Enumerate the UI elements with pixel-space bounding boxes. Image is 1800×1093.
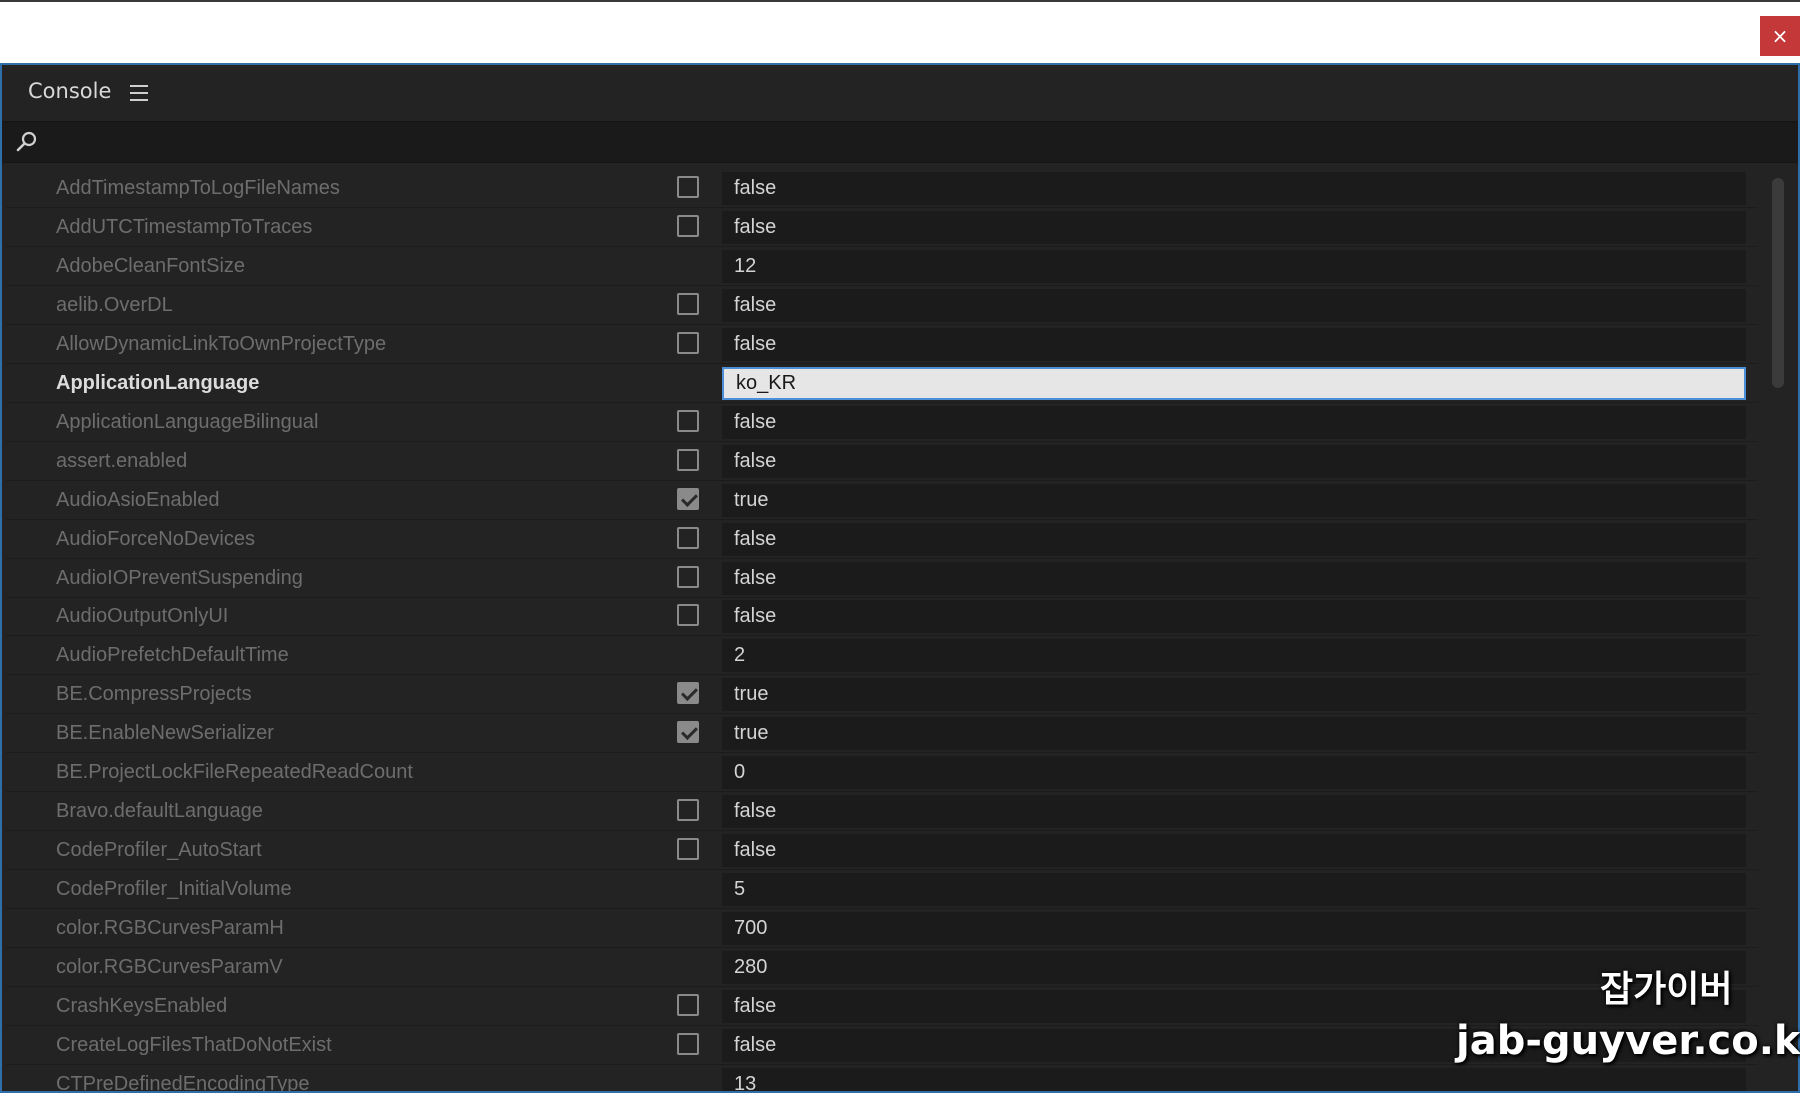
setting-value-field[interactable]: false <box>722 600 1746 633</box>
setting-row[interactable]: AdobeCleanFontSize 12 <box>6 248 1758 286</box>
search-input[interactable] <box>48 126 1752 158</box>
setting-name: CodeProfiler_InitialVolume <box>56 878 292 900</box>
setting-value-field[interactable]: true <box>722 717 1746 750</box>
setting-checkbox[interactable] <box>677 527 699 549</box>
setting-row[interactable]: CodeProfiler_AutoStart false <box>6 832 1758 870</box>
setting-row[interactable]: Bravo.defaultLanguage false <box>6 793 1758 831</box>
setting-name: AllowDynamicLinkToOwnProjectType <box>56 333 387 355</box>
setting-row[interactable]: AudioOutputOnlyUI false <box>6 598 1758 636</box>
setting-value-field[interactable]: false <box>722 795 1746 828</box>
setting-row[interactable]: AllowDynamicLinkToOwnProjectType false <box>6 326 1758 364</box>
setting-value-field[interactable]: ko_KR <box>722 367 1746 400</box>
setting-name: AddUTCTimestampToTraces <box>56 216 313 238</box>
setting-value-field[interactable]: false <box>722 523 1746 556</box>
setting-row[interactable]: BE.ProjectLockFileRepeatedReadCount 0 <box>6 754 1758 792</box>
setting-checkbox[interactable] <box>677 799 699 821</box>
setting-checkbox[interactable] <box>677 994 699 1016</box>
setting-value-field[interactable]: true <box>722 678 1746 711</box>
setting-row[interactable]: AudioAsioEnabled true <box>6 482 1758 520</box>
setting-row[interactable]: aelib.OverDL false <box>6 287 1758 325</box>
setting-name: assert.enabled <box>56 450 188 472</box>
watermark-url: jab-guyver.co.kr <box>1456 1018 1800 1064</box>
setting-name: AudioPrefetchDefaultTime <box>56 644 289 666</box>
setting-name: color.RGBCurvesParamV <box>56 956 283 978</box>
setting-checkbox[interactable] <box>677 215 699 237</box>
setting-value-field[interactable]: false <box>722 445 1746 478</box>
search-icon <box>16 131 37 152</box>
setting-row[interactable]: AudioPrefetchDefaultTime 2 <box>6 637 1758 675</box>
setting-name: CodeProfiler_AutoStart <box>56 839 262 861</box>
setting-row[interactable]: AddUTCTimestampToTraces false <box>6 209 1758 247</box>
setting-checkbox-checked[interactable] <box>677 682 699 704</box>
watermark-korean: 잡가이버 <box>1600 969 1733 1010</box>
panel-header: Console <box>2 65 1798 121</box>
setting-name: AudioAsioEnabled <box>56 489 220 511</box>
setting-name: AudioForceNoDevices <box>56 528 255 550</box>
setting-row[interactable]: BE.EnableNewSerializer true <box>6 715 1758 753</box>
setting-row[interactable]: color.RGBCurvesParamV 280 <box>6 949 1758 987</box>
setting-value-field[interactable]: false <box>722 172 1746 205</box>
setting-name: BE.EnableNewSerializer <box>56 722 274 744</box>
setting-name: CreateLogFilesThatDoNotExist <box>56 1034 332 1056</box>
close-icon: × <box>1771 24 1789 48</box>
setting-row[interactable]: AddTimestampToLogFileNames false <box>6 170 1758 208</box>
setting-row[interactable]: CodeProfiler_InitialVolume 5 <box>6 871 1758 909</box>
setting-row[interactable]: assert.enabled false <box>6 443 1758 481</box>
setting-value-field[interactable]: 12 <box>722 250 1746 283</box>
setting-value-field[interactable]: false <box>722 562 1746 595</box>
setting-checkbox[interactable] <box>677 838 699 860</box>
setting-value-field[interactable]: 5 <box>722 873 1746 906</box>
setting-checkbox[interactable] <box>677 604 699 626</box>
setting-value-field[interactable]: 700 <box>722 912 1746 945</box>
scrollbar-thumb[interactable] <box>1772 178 1784 388</box>
setting-name: AudioIOPreventSuspending <box>56 567 303 589</box>
setting-name: ApplicationLanguageBilingual <box>56 411 319 433</box>
setting-value-field[interactable]: 2 <box>722 639 1746 672</box>
setting-value-field[interactable]: 0 <box>722 756 1746 789</box>
settings-list: AddTimestampToLogFileNames false AddUTCTim… <box>6 170 1758 1093</box>
setting-row[interactable]: BE.CompressProjects true <box>6 676 1758 714</box>
setting-value-field[interactable]: 280 <box>722 951 1746 984</box>
setting-name: color.RGBCurvesParamH <box>56 917 284 939</box>
setting-name: BE.CompressProjects <box>56 683 252 705</box>
setting-value-field[interactable]: 13 <box>722 1068 1746 1091</box>
setting-name: aelib.OverDL <box>56 294 173 316</box>
setting-checkbox-checked[interactable] <box>677 721 699 743</box>
setting-name: AddTimestampToLogFileNames <box>56 177 340 199</box>
close-button[interactable]: × <box>1760 16 1800 56</box>
setting-value-field[interactable]: false <box>722 211 1746 244</box>
setting-checkbox[interactable] <box>677 449 699 471</box>
panel-title: Console <box>28 79 112 103</box>
console-panel: Console AddTimestampToLogFileNames false A… <box>0 63 1800 1093</box>
setting-row[interactable]: AudioForceNoDevices false <box>6 521 1758 559</box>
scrollbar[interactable] <box>1768 170 1790 1090</box>
setting-checkbox[interactable] <box>677 410 699 432</box>
setting-name: AdobeCleanFontSize <box>56 255 246 277</box>
setting-row[interactable]: AudioIOPreventSuspending false <box>6 560 1758 598</box>
setting-value-field[interactable]: false <box>722 289 1746 322</box>
setting-value-field[interactable]: false <box>722 406 1746 439</box>
setting-checkbox[interactable] <box>677 566 699 588</box>
setting-checkbox[interactable] <box>677 293 699 315</box>
hamburger-menu-icon[interactable] <box>130 85 148 101</box>
setting-row[interactable]: color.RGBCurvesParamH 700 <box>6 910 1758 948</box>
setting-checkbox[interactable] <box>677 176 699 198</box>
setting-row[interactable]: ApplicationLanguageBilingual false <box>6 404 1758 442</box>
setting-name: ApplicationLanguage <box>56 372 260 394</box>
search-bar <box>2 121 1798 163</box>
setting-name: AudioOutputOnlyUI <box>56 605 229 627</box>
setting-value-field[interactable]: true <box>722 484 1746 517</box>
setting-checkbox-checked[interactable] <box>677 488 699 510</box>
setting-name: BE.ProjectLockFileRepeatedReadCount <box>56 761 413 783</box>
setting-checkbox[interactable] <box>677 332 699 354</box>
setting-name: CTPreDefinedEncodingType <box>56 1073 310 1093</box>
setting-name: Bravo.defaultLanguage <box>56 800 263 822</box>
window-titlebar: × <box>0 0 1800 62</box>
setting-value-field[interactable]: false <box>722 328 1746 361</box>
setting-checkbox[interactable] <box>677 1033 699 1055</box>
setting-value-field[interactable]: false <box>722 834 1746 867</box>
setting-row[interactable]: CTPreDefinedEncodingType 13 <box>6 1066 1758 1093</box>
setting-row[interactable]: ApplicationLanguage ko_KR <box>6 365 1758 403</box>
setting-name: CrashKeysEnabled <box>56 995 228 1017</box>
